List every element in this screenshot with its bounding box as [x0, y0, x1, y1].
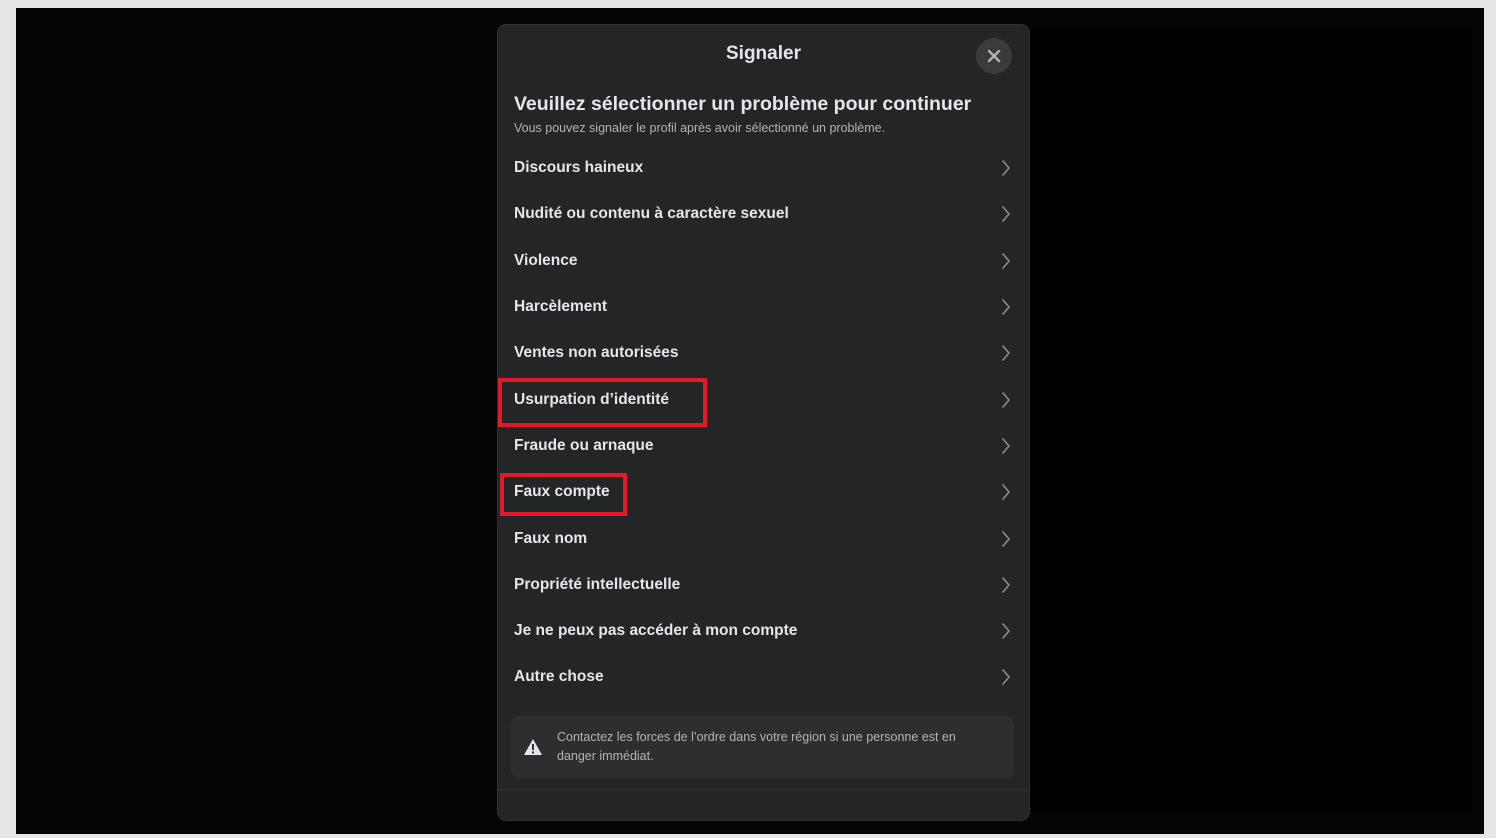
chevron-right-icon: [1002, 391, 1010, 408]
chevron-right-icon: [1002, 252, 1010, 269]
option-label: Autre chose: [514, 668, 604, 686]
option-hate-speech[interactable]: Discours haineux: [498, 145, 1029, 191]
chevron-right-icon: [1002, 206, 1010, 223]
chevron-right-icon: [1002, 530, 1010, 547]
option-impersonation[interactable]: Usurpation d’identité: [498, 376, 1029, 427]
option-label: Propriété intellectuelle: [514, 575, 681, 593]
dialog-subheading: Vous pouvez signaler le profil après avo…: [514, 121, 886, 135]
option-label: Nudité ou contenu à caractère sexuel: [514, 205, 789, 223]
option-account-access[interactable]: Je ne peux pas accéder à mon compte: [498, 608, 1029, 654]
warning-icon: [524, 738, 542, 755]
close-icon: [987, 49, 1001, 63]
option-label: Je ne peux pas accéder à mon compte: [514, 622, 798, 640]
option-label: Faux compte: [514, 483, 610, 501]
option-intellectual-property[interactable]: Propriété intellectuelle: [498, 562, 1029, 608]
option-label: Fraude ou arnaque: [514, 436, 654, 454]
chevron-right-icon: [1002, 669, 1010, 686]
chevron-right-icon: [1002, 345, 1010, 362]
close-button[interactable]: [976, 38, 1012, 74]
backdrop-panel: [1030, 28, 1472, 812]
report-dialog: Signaler Veuillez sélectionner un problè…: [498, 25, 1029, 820]
notice-text: Contactez les forces de l’ordre dans vot…: [557, 729, 956, 763]
option-unauthorized-sales[interactable]: Ventes non autorisées: [498, 330, 1029, 376]
dialog-intro: Veuillez sélectionner un problème pour c…: [498, 83, 1029, 135]
option-nudity[interactable]: Nudité ou contenu à caractère sexuel: [498, 191, 1029, 237]
chevron-right-icon: [1002, 577, 1010, 593]
option-fraud-scam[interactable]: Fraude ou arnaque: [498, 423, 1029, 469]
option-label: Faux nom: [514, 529, 588, 547]
dialog-title: Signaler: [726, 43, 801, 64]
chevron-right-icon: [1002, 623, 1010, 639]
option-fake-name[interactable]: Faux nom: [498, 515, 1029, 561]
chevron-right-icon: [1002, 484, 1010, 501]
problem-options-list: Discours haineux Nudité ou contenu à car…: [498, 145, 1029, 701]
option-harassment[interactable]: Harcèlement: [498, 284, 1029, 330]
option-label: Harcèlement: [514, 298, 608, 316]
option-something-else[interactable]: Autre chose: [498, 654, 1029, 700]
chevron-right-icon: [1002, 299, 1010, 315]
dialog-footer: [498, 789, 1029, 820]
dialog-heading: Veuillez sélectionner un problème pour c…: [514, 93, 972, 115]
option-label: Discours haineux: [514, 159, 644, 177]
emergency-notice: Contactez les forces de l’ordre dans vot…: [511, 715, 1014, 778]
option-fake-account[interactable]: Faux compte: [498, 469, 1029, 517]
dialog-header: Signaler: [498, 25, 1029, 83]
option-label: Usurpation d’identité: [514, 390, 669, 408]
chevron-right-icon: [1002, 438, 1010, 454]
option-label: Violence: [514, 251, 578, 269]
option-violence[interactable]: Violence: [498, 238, 1029, 284]
option-label: Ventes non autorisées: [514, 344, 679, 362]
chevron-right-icon: [1002, 160, 1010, 176]
